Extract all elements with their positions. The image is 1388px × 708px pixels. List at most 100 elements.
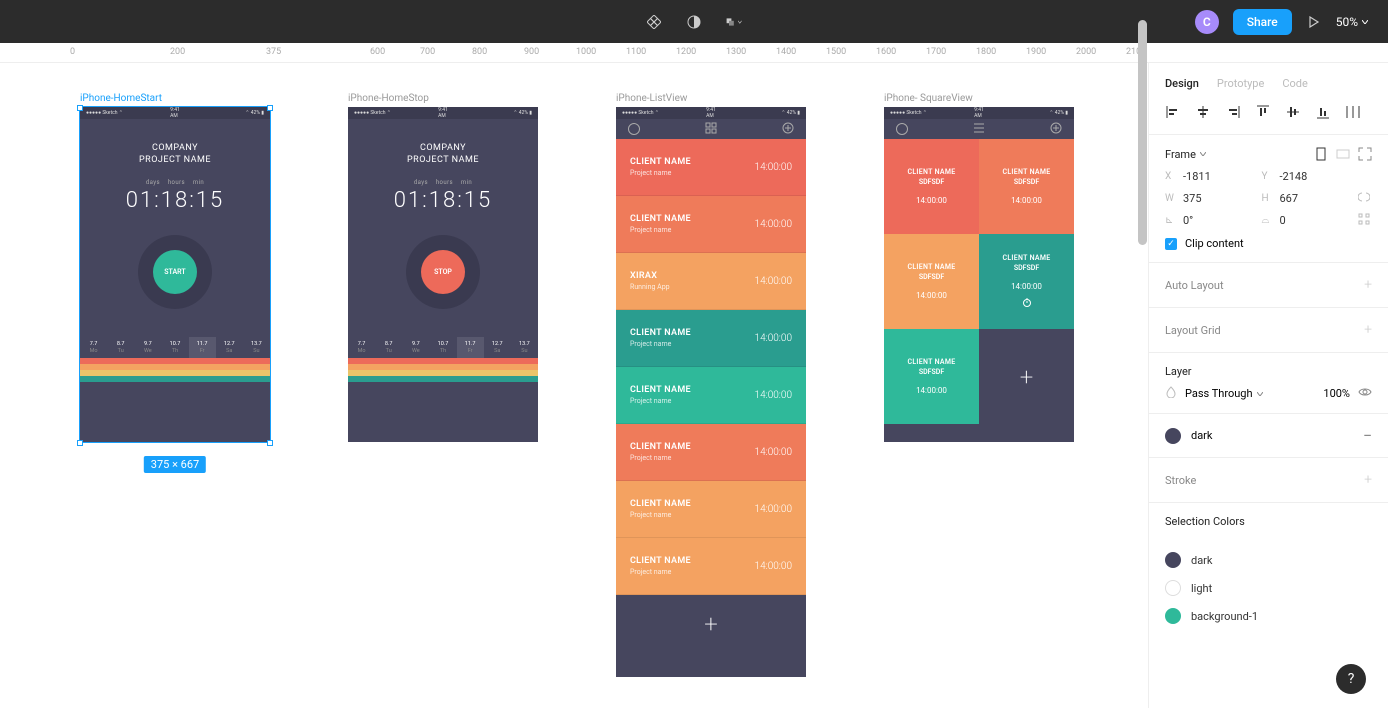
selection-color-row[interactable]: background-1	[1149, 602, 1388, 630]
y-input[interactable]: -2148	[1280, 170, 1308, 183]
toolbar: C Share 50%	[0, 0, 1388, 43]
layout-grid-section: Layout Grid +	[1149, 308, 1388, 353]
day-cell[interactable]: 10.7Th	[161, 337, 188, 358]
week-row: 7.7Mo8.7Tu9.7We10.7Th11.7Fr12.7Sa13.7Su	[80, 337, 270, 358]
add-stroke-button[interactable]: +	[1364, 472, 1372, 488]
x-label: X	[1165, 171, 1177, 182]
company-label: COMPANY	[80, 119, 270, 153]
list-item[interactable]: CLIENT NAMEProject name14:00:00	[616, 139, 806, 196]
ruler-tick: 375	[266, 47, 281, 57]
day-cell[interactable]: 8.7Tu	[375, 337, 402, 358]
square-card[interactable]: CLIENT NAMESDFSDF14:00:00	[979, 234, 1074, 329]
frame-home_start[interactable]: iPhone-HomeStart ●●●●● Sketch ⌃9:41 AM⌃ …	[80, 93, 270, 442]
list-item[interactable]: CLIENT NAMEProject name14:00:00	[616, 481, 806, 538]
align-top-icon[interactable]	[1255, 104, 1271, 120]
help-button[interactable]: ?	[1336, 664, 1366, 694]
frame-label[interactable]: iPhone- SquareView	[884, 93, 1074, 104]
day-cell[interactable]: 13.7Su	[511, 337, 538, 358]
link-wh-icon[interactable]	[1358, 191, 1372, 205]
frame-label[interactable]: iPhone-HomeStart	[80, 93, 270, 104]
blend-icon	[1165, 386, 1177, 401]
component-icon[interactable]	[646, 14, 662, 30]
tab-code[interactable]: Code	[1282, 77, 1307, 90]
add-auto-layout-button[interactable]: +	[1364, 277, 1372, 293]
x-input[interactable]: -1811	[1183, 170, 1211, 183]
square-card[interactable]: CLIENT NAMESDFSDF14:00:00	[979, 139, 1074, 234]
day-cell[interactable]: 11.7Fr	[457, 337, 484, 358]
visibility-icon[interactable]	[1358, 387, 1372, 401]
add-icon[interactable]	[1050, 122, 1062, 137]
orientation-landscape-icon[interactable]	[1336, 147, 1350, 161]
day-cell[interactable]: 11.7Fr	[189, 337, 216, 358]
day-cell[interactable]: 9.7We	[402, 337, 429, 358]
independent-corners-icon[interactable]	[1358, 213, 1372, 227]
boolean-icon[interactable]	[726, 14, 742, 30]
grid-icon[interactable]	[705, 122, 717, 137]
frame-label[interactable]: iPhone-HomeStop	[348, 93, 538, 104]
align-bottom-icon[interactable]	[1315, 104, 1331, 120]
square-card[interactable]: CLIENT NAMESDFSDF14:00:00	[884, 329, 979, 424]
list-item[interactable]: CLIENT NAMEProject name14:00:00	[616, 424, 806, 481]
frame-dropdown[interactable]: Frame	[1165, 148, 1196, 161]
clip-content-checkbox[interactable]	[1165, 238, 1177, 250]
frame-list_view[interactable]: iPhone-ListView ●●●●● Sketch ⌃9:41 AM⌃ 4…	[616, 93, 806, 677]
present-icon[interactable]	[1306, 14, 1322, 30]
day-cell[interactable]: 10.7Th	[429, 337, 456, 358]
add-square[interactable]: +	[979, 329, 1074, 424]
frame-square_view[interactable]: iPhone- SquareView ●●●●● Sketch ⌃9:41 AM…	[884, 93, 1074, 442]
add-row[interactable]: +	[616, 595, 806, 652]
share-button[interactable]: Share	[1233, 9, 1292, 35]
selection-color-row[interactable]: dark	[1149, 546, 1388, 574]
square-card[interactable]: CLIENT NAMESDFSDF14:00:00	[884, 234, 979, 329]
day-cell[interactable]: 7.7Mo	[348, 337, 375, 358]
radius-input[interactable]: 0	[1280, 214, 1286, 227]
canvas[interactable]: iPhone-HomeStart ●●●●● Sketch ⌃9:41 AM⌃ …	[0, 63, 1148, 708]
w-input[interactable]: 375	[1183, 192, 1202, 205]
tab-design[interactable]: Design	[1165, 77, 1199, 90]
day-cell[interactable]: 8.7Tu	[107, 337, 134, 358]
add-icon[interactable]	[782, 122, 794, 137]
align-center-v-icon[interactable]	[1285, 104, 1301, 120]
zoom-dropdown[interactable]: 50%	[1336, 15, 1368, 29]
day-cell[interactable]: 7.7Mo	[80, 337, 107, 358]
day-cell[interactable]: 9.7We	[134, 337, 161, 358]
list-item[interactable]: CLIENT NAMEProject name14:00:00	[616, 367, 806, 424]
tab-prototype[interactable]: Prototype	[1217, 77, 1264, 90]
profile-icon[interactable]	[896, 123, 908, 135]
align-right-icon[interactable]	[1225, 104, 1241, 120]
resize-to-fit-icon[interactable]	[1358, 147, 1372, 161]
ruler-tick: 600	[370, 47, 385, 57]
mask-icon[interactable]	[686, 14, 702, 30]
list-item[interactable]: XIRAXRunning App14:00:00	[616, 253, 806, 310]
align-left-icon[interactable]	[1165, 104, 1181, 120]
align-center-h-icon[interactable]	[1195, 104, 1211, 120]
list-item[interactable]: CLIENT NAMEProject name14:00:00	[616, 310, 806, 367]
stop-button[interactable]: STOP	[421, 250, 465, 294]
fill-swatch[interactable]	[1165, 428, 1181, 444]
align-tools	[1149, 104, 1388, 135]
day-cell[interactable]: 13.7Su	[243, 337, 270, 358]
selection-color-row[interactable]: light	[1149, 574, 1388, 602]
square-card[interactable]: CLIENT NAMESDFSDF14:00:00	[884, 139, 979, 234]
list-icon[interactable]	[973, 122, 985, 137]
list-item[interactable]: CLIENT NAMEProject name14:00:00	[616, 538, 806, 595]
ruler-tick: 2000	[1076, 47, 1096, 57]
detach-fill-button[interactable]: −	[1363, 426, 1372, 445]
orientation-portrait-icon[interactable]	[1314, 147, 1328, 161]
avatar[interactable]: C	[1195, 10, 1219, 34]
day-cell[interactable]: 12.7Sa	[216, 337, 243, 358]
h-input[interactable]: 667	[1280, 192, 1299, 205]
ruler-tick: 900	[524, 47, 539, 57]
scrollbar-vertical[interactable]	[1137, 0, 1148, 708]
frame-home_stop[interactable]: iPhone-HomeStop ●●●●● Sketch ⌃9:41 AM⌃ 4…	[348, 93, 538, 442]
add-layout-grid-button[interactable]: +	[1364, 322, 1372, 338]
opacity-input[interactable]: 100%	[1323, 387, 1350, 400]
rotation-input[interactable]: 0°	[1183, 214, 1193, 227]
list-item[interactable]: CLIENT NAMEProject name14:00:00	[616, 196, 806, 253]
blend-mode-dropdown[interactable]: Pass Through	[1185, 387, 1315, 400]
start-button[interactable]: START	[153, 250, 197, 294]
day-cell[interactable]: 12.7Sa	[484, 337, 511, 358]
profile-icon[interactable]	[628, 123, 640, 135]
distribute-icon[interactable]	[1345, 104, 1361, 120]
frame-label[interactable]: iPhone-ListView	[616, 93, 806, 104]
